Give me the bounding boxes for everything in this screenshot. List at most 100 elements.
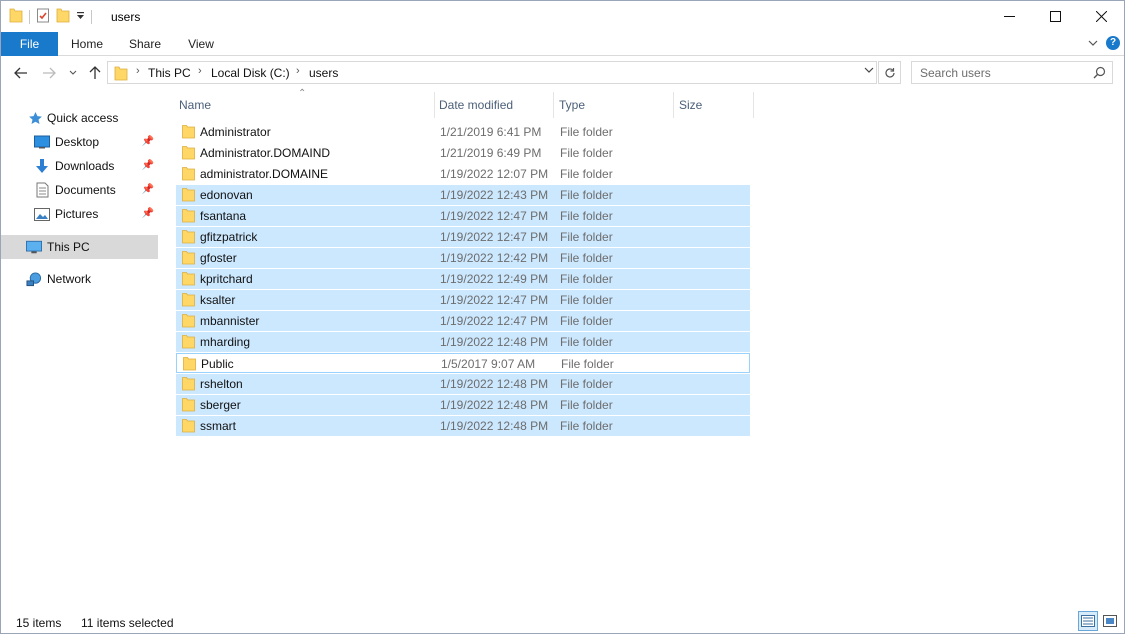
file-date-modified: 1/21/2019 6:41 PM — [440, 125, 542, 139]
close-button[interactable] — [1078, 1, 1124, 32]
table-row[interactable]: kpritchard 1/19/2022 12:49 PM File folder — [176, 269, 750, 289]
table-row[interactable]: edonovan 1/19/2022 12:43 PM File folder — [176, 185, 750, 205]
table-row[interactable]: ksalter 1/19/2022 12:47 PM File folder — [176, 290, 750, 310]
file-date-modified: 1/19/2022 12:48 PM — [440, 419, 549, 433]
folder-icon — [182, 313, 195, 331]
network-icon — [26, 271, 42, 287]
breadcrumb-local-disk[interactable]: Local Disk (C:) — [211, 66, 290, 80]
file-date-modified: 1/19/2022 12:47 PM — [440, 293, 549, 307]
computer-icon — [26, 239, 42, 255]
forward-button[interactable] — [39, 63, 59, 83]
file-date-modified: 1/19/2022 12:49 PM — [440, 272, 549, 286]
breadcrumb-chevron-icon[interactable]: › — [136, 65, 140, 77]
sidebar-item-label: Desktop — [55, 135, 100, 149]
sidebar-item-documents[interactable]: Documents 📌 — [1, 178, 158, 202]
file-name: rshelton — [200, 377, 243, 391]
sidebar-item-this-pc[interactable]: This PC — [1, 235, 158, 259]
sidebar-item-label: Quick access — [47, 111, 119, 125]
expand-ribbon-icon[interactable] — [1088, 36, 1098, 50]
table-row[interactable]: mbannister 1/19/2022 12:47 PM File folder — [176, 311, 750, 331]
table-row[interactable]: administrator.DOMAINE 1/19/2022 12:07 PM F… — [176, 164, 750, 184]
table-row[interactable]: Administrator.DOMAIND 1/21/2019 6:49 PM Fi… — [176, 143, 750, 163]
file-type: File folder — [560, 209, 613, 223]
table-row[interactable]: mharding 1/19/2022 12:48 PM File folder — [176, 332, 750, 352]
details-view-button[interactable] — [1078, 611, 1098, 631]
file-name: mbannister — [200, 314, 260, 328]
recent-locations-button[interactable] — [63, 63, 83, 83]
table-row[interactable]: Public 1/5/2017 9:07 AM File folder — [176, 353, 750, 373]
folder-icon — [9, 7, 23, 26]
minimize-button[interactable] — [986, 1, 1032, 32]
file-type: File folder — [560, 125, 613, 139]
file-name: Public — [201, 357, 234, 371]
details-view-icon — [1081, 615, 1095, 627]
ribbon-right-controls: ? — [1088, 36, 1120, 50]
tab-file[interactable]: File — [1, 32, 58, 56]
column-header-name[interactable]: Name — [175, 92, 435, 118]
refresh-button[interactable] — [878, 61, 901, 84]
column-header-date-modified[interactable]: Date modified — [435, 92, 554, 118]
table-row[interactable]: ssmart 1/19/2022 12:48 PM File folder — [176, 416, 750, 436]
title-bar: users — [1, 1, 1124, 32]
address-dropdown-icon[interactable] — [864, 66, 874, 77]
file-date-modified: 1/21/2019 6:49 PM — [440, 146, 542, 160]
file-date-modified: 1/5/2017 9:07 AM — [441, 357, 536, 371]
file-type: File folder — [560, 314, 613, 328]
file-type: File folder — [560, 377, 613, 391]
customize-toolbar-icon[interactable] — [76, 10, 85, 24]
file-date-modified: 1/19/2022 12:48 PM — [440, 377, 549, 391]
minimize-icon — [1003, 16, 1015, 17]
sidebar-item-pictures[interactable]: Pictures 📌 — [1, 202, 158, 226]
large-icons-view-button[interactable] — [1100, 611, 1120, 631]
back-arrow-icon — [14, 67, 27, 79]
file-date-modified: 1/19/2022 12:42 PM — [440, 251, 549, 265]
star-icon — [27, 110, 43, 126]
file-type: File folder — [560, 398, 613, 412]
file-name: administrator.DOMAINE — [200, 167, 329, 181]
navigation-pane: Quick access Desktop 📌 Downloads 📌 Docum… — [1, 90, 161, 605]
table-row[interactable]: gfoster 1/19/2022 12:42 PM File folder — [176, 248, 750, 268]
tab-share[interactable]: Share — [116, 32, 174, 56]
documents-icon — [34, 182, 50, 198]
sidebar-item-downloads[interactable]: Downloads 📌 — [1, 154, 158, 178]
back-button[interactable] — [11, 63, 31, 83]
sidebar-item-network[interactable]: Network — [1, 267, 158, 291]
breadcrumb-chevron-icon[interactable]: › — [198, 65, 202, 77]
file-type: File folder — [560, 167, 613, 181]
folder-icon — [182, 376, 195, 394]
table-row[interactable]: fsantana 1/19/2022 12:47 PM File folder — [176, 206, 750, 226]
file-name: sberger — [200, 398, 241, 412]
table-row[interactable]: gfitzpatrick 1/19/2022 12:47 PM File folde… — [176, 227, 750, 247]
navigation-bar: › This PC › Local Disk (C:) › users — [1, 57, 1124, 89]
maximize-button[interactable] — [1032, 1, 1078, 32]
table-row[interactable]: rshelton 1/19/2022 12:48 PM File folder — [176, 374, 750, 394]
properties-icon[interactable] — [36, 7, 50, 26]
search-icon[interactable] — [1093, 66, 1106, 82]
sidebar-item-desktop[interactable]: Desktop 📌 — [1, 130, 158, 154]
address-bar[interactable]: › This PC › Local Disk (C:) › users — [107, 61, 877, 84]
column-header-type[interactable]: Type — [555, 92, 674, 118]
table-row[interactable]: Administrator 1/21/2019 6:41 PM File folde… — [176, 122, 750, 142]
file-type: File folder — [560, 293, 613, 307]
search-input[interactable] — [912, 62, 1092, 83]
tab-view[interactable]: View — [174, 32, 228, 56]
folder-icon — [182, 418, 195, 436]
column-header-size[interactable]: Size — [675, 92, 754, 118]
breadcrumb-chevron-icon[interactable]: › — [296, 65, 300, 77]
help-icon[interactable]: ? — [1106, 36, 1120, 50]
up-button[interactable] — [85, 63, 105, 83]
file-name: gfitzpatrick — [200, 230, 258, 244]
tab-home[interactable]: Home — [58, 32, 116, 56]
new-folder-icon[interactable] — [56, 7, 70, 26]
breadcrumb-users[interactable]: users — [309, 66, 338, 80]
folder-icon — [182, 124, 195, 142]
sidebar-item-quick-access[interactable]: Quick access — [1, 106, 158, 130]
breadcrumb-this-pc[interactable]: This PC — [148, 66, 191, 80]
table-row[interactable]: sberger 1/19/2022 12:48 PM File folder — [176, 395, 750, 415]
pin-icon: 📌 — [141, 184, 154, 195]
search-box[interactable] — [911, 61, 1113, 84]
close-icon — [1095, 11, 1107, 22]
file-type: File folder — [560, 146, 613, 160]
file-name: Administrator.DOMAIND — [200, 146, 331, 160]
folder-icon — [182, 187, 195, 205]
